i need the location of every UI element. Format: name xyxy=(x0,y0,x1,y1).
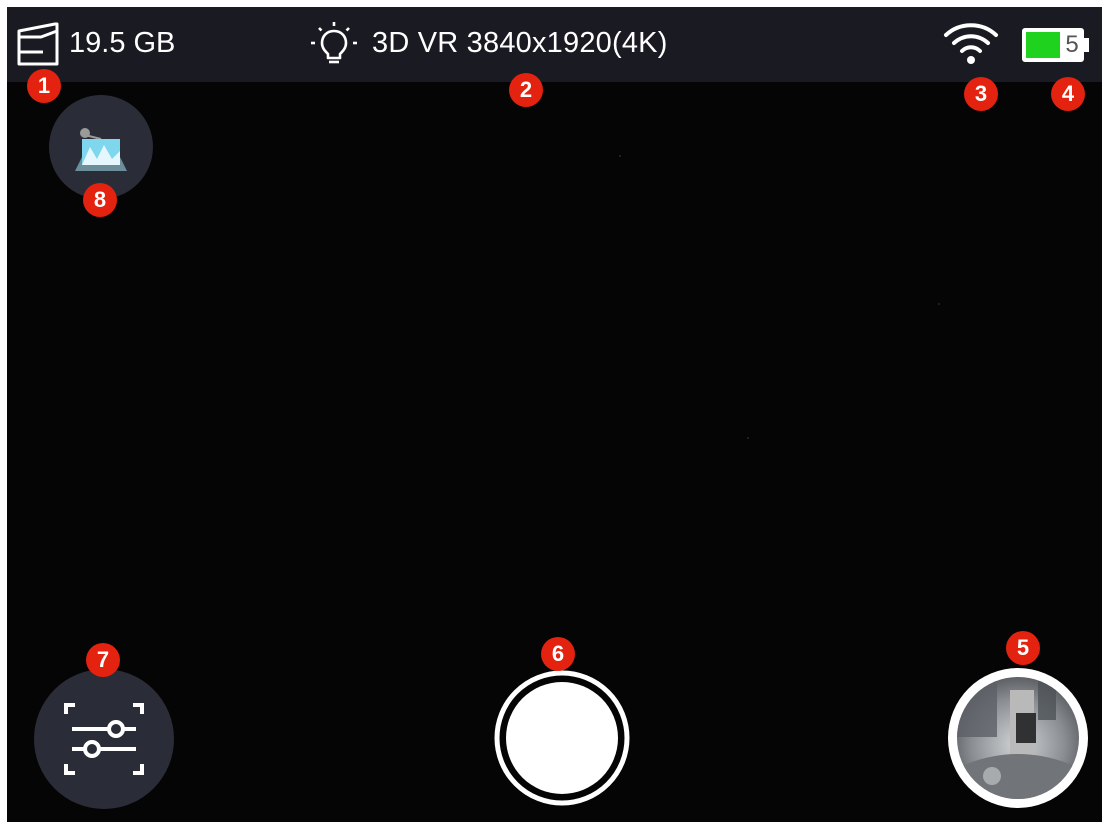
status-bar: 19.5 GB 3D VR 3840x1920(4K) 5 xyxy=(7,7,1102,82)
callout-badge-8: 8 xyxy=(83,183,117,217)
callout-badge-5: 5 xyxy=(1006,631,1040,665)
battery-indicator: 5 xyxy=(1021,27,1091,63)
storage-remaining: 19.5 GB xyxy=(69,27,176,59)
callout-badge-7: 7 xyxy=(86,643,120,677)
callout-badge-1: 1 xyxy=(27,69,61,103)
callout-badge-4: 4 xyxy=(1051,77,1085,111)
battery-level: 5 xyxy=(1065,31,1079,58)
sensor-noise-dot xyxy=(619,155,621,157)
sensor-noise-dot xyxy=(747,437,749,439)
callout-badge-2: 2 xyxy=(509,73,543,107)
capture-mode-label[interactable]: 3D VR 3840x1920(4K) xyxy=(372,25,668,61)
settings-sliders-icon xyxy=(64,703,144,775)
light-bulb-icon[interactable] xyxy=(310,21,358,69)
battery-fill xyxy=(1026,32,1060,58)
storage-card-icon xyxy=(17,22,59,66)
shutter-icon xyxy=(494,670,630,806)
settings-button[interactable] xyxy=(34,669,174,809)
gallery-preview-button[interactable] xyxy=(948,668,1088,808)
shutter-button[interactable] xyxy=(493,669,631,807)
callout-badge-6: 6 xyxy=(541,637,575,671)
callout-badge-3: 3 xyxy=(964,77,998,111)
wifi-icon[interactable] xyxy=(943,21,999,67)
camera-screen: 19.5 GB 3D VR 3840x1920(4K) 5 1 2 3 4 5 … xyxy=(7,7,1102,822)
sensor-noise-dot xyxy=(938,303,940,305)
gallery-thumbnail xyxy=(957,677,1079,799)
